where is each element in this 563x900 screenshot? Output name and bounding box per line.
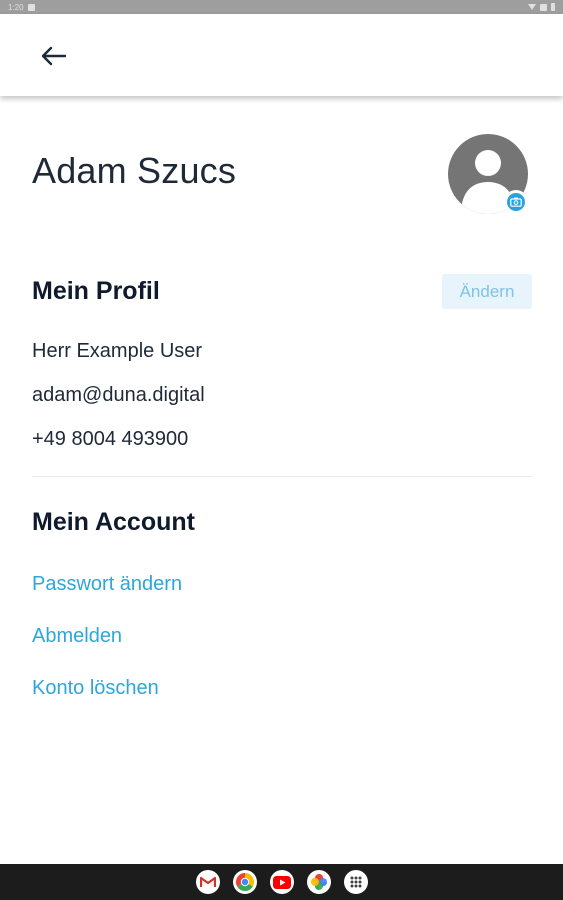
app-bar <box>0 14 563 96</box>
youtube-icon[interactable] <box>269 870 294 894</box>
edit-profile-button[interactable]: Ändern <box>442 274 532 309</box>
wifi-icon <box>528 4 536 10</box>
chrome-glyph <box>235 873 254 892</box>
logout-link[interactable]: Abmelden <box>32 625 122 648</box>
notification-icon <box>27 3 35 11</box>
profile-email: adam@duna.digital <box>32 384 205 406</box>
profile-phone: +49 8004 493900 <box>32 428 189 450</box>
chrome-icon[interactable] <box>232 870 257 894</box>
status-bar: 1:20 <box>0 0 563 14</box>
battery-icon <box>551 3 555 11</box>
delete-account-link[interactable]: Konto löschen <box>32 677 159 700</box>
system-dock <box>0 864 563 900</box>
my-profile-heading: Mein Profil <box>32 277 160 305</box>
my-account-heading: Mein Account <box>32 508 195 536</box>
photos-glyph <box>310 874 327 890</box>
signal-icon <box>540 3 547 11</box>
change-photo-button[interactable] <box>504 190 528 214</box>
section-divider <box>32 476 532 477</box>
gmail-glyph <box>199 876 216 887</box>
app-drawer-glyph <box>350 876 361 888</box>
profile-name: Adam Szucs <box>32 150 237 191</box>
back-button[interactable] <box>32 36 76 76</box>
profile-salutation-name: Herr Example User <box>32 340 203 362</box>
camera-icon <box>510 197 522 207</box>
change-password-link[interactable]: Passwort ändern <box>32 573 182 596</box>
app-drawer-icon[interactable] <box>343 870 368 894</box>
status-time: 1:20 <box>8 2 24 12</box>
photos-icon[interactable] <box>306 870 331 894</box>
arrow-left-icon <box>41 46 67 66</box>
gmail-icon[interactable] <box>195 870 220 894</box>
youtube-glyph <box>272 875 291 889</box>
